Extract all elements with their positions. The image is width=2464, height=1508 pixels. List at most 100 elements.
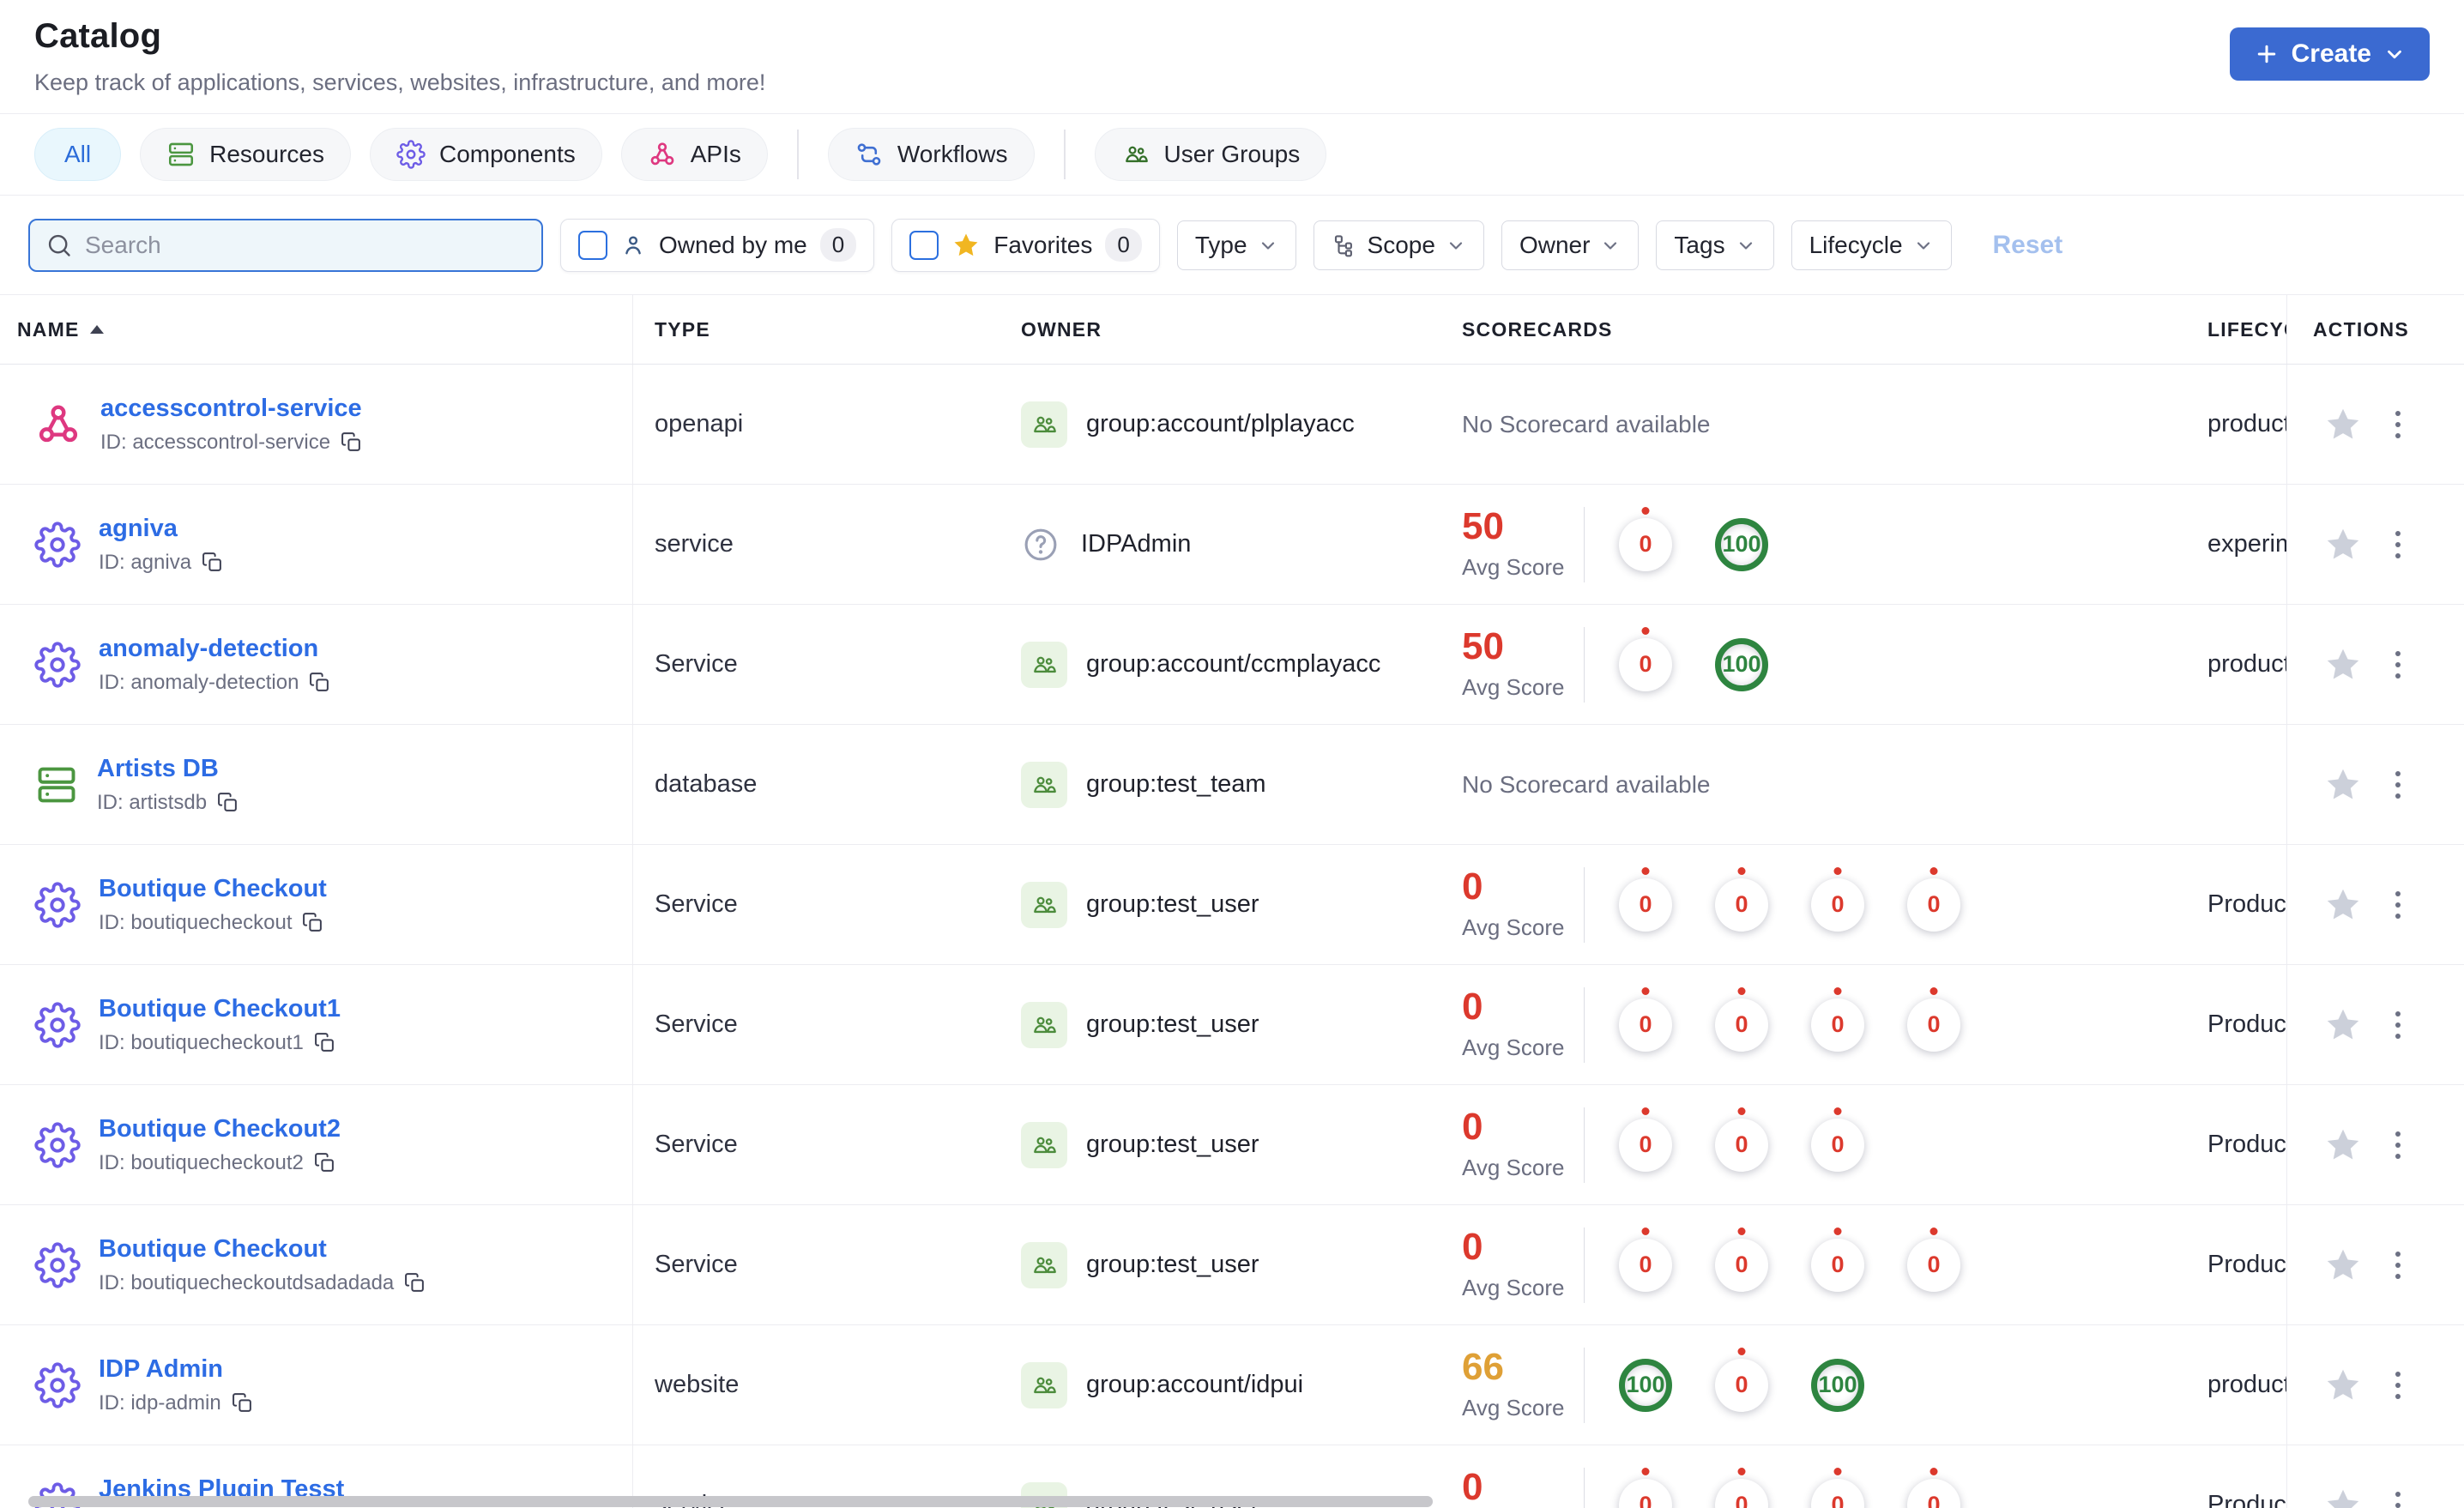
owner-group-chip (1021, 1001, 1067, 1048)
lifecycle-dropdown[interactable]: Lifecycle (1791, 220, 1952, 270)
tab-components[interactable]: Components (369, 128, 602, 181)
copy-icon[interactable] (404, 1272, 426, 1294)
copy-icon[interactable] (202, 552, 223, 573)
scorecard-circle: 0 (1907, 878, 1960, 932)
scorecard-circle: 0 (1811, 998, 1864, 1052)
lifecycle-cell: Production (2196, 1085, 2287, 1204)
owned-by-me-count: 0 (819, 228, 857, 262)
row-menu-kebab-icon[interactable] (2390, 406, 2406, 443)
lifecycle-value: Production (2207, 1251, 2286, 1278)
tab-all[interactable]: All (34, 128, 122, 181)
favorite-star-button[interactable] (2323, 1246, 2363, 1285)
copy-icon[interactable] (302, 912, 323, 933)
type-cell: Service (655, 650, 738, 678)
api-icon (648, 140, 677, 169)
chevron-down-icon (1913, 235, 1934, 256)
entity-name-link[interactable]: Boutique Checkout2 (99, 1115, 341, 1143)
owner-label: group:test_user (1086, 1010, 1259, 1038)
entity-id: ID: boutiquecheckout1 (99, 1031, 341, 1055)
group-icon (1030, 890, 1059, 920)
row-menu-kebab-icon[interactable] (2390, 886, 2406, 924)
copy-icon[interactable] (341, 431, 362, 453)
tags-dropdown[interactable]: Tags (1656, 220, 1774, 270)
entity-name-link[interactable]: Boutique Checkout (99, 1235, 426, 1264)
search-input[interactable] (85, 231, 526, 259)
database-icon (34, 763, 79, 807)
copy-icon[interactable] (309, 672, 330, 693)
row-menu-kebab-icon[interactable] (2390, 1246, 2406, 1284)
entity-name-link[interactable]: IDP Admin (99, 1355, 253, 1384)
favorite-star-button[interactable] (2323, 645, 2363, 685)
favorite-star-button[interactable] (2323, 1125, 2363, 1165)
favorite-star-button[interactable] (2323, 405, 2363, 444)
column-header-name[interactable]: NAME (0, 295, 633, 364)
row-menu-kebab-icon[interactable] (2390, 646, 2406, 684)
entity-name-link[interactable]: anomaly-detection (99, 635, 330, 663)
owner-cell: group:account/plplayacc (992, 365, 1414, 484)
entity-id: ID: agniva (99, 551, 223, 575)
tab-apis[interactable]: APIs (620, 128, 768, 181)
owned-by-me-checkbox[interactable] (578, 230, 607, 260)
row-menu-kebab-icon[interactable] (2390, 1487, 2406, 1508)
row-menu-kebab-icon[interactable] (2390, 1006, 2406, 1044)
gear-icon (34, 1361, 81, 1408)
scorecard-divider (1584, 1107, 1585, 1183)
name-stack: Boutique Checkout ID: boutiquecheckoutds… (99, 1235, 426, 1295)
owner-label: group:account/ccmplayacc (1086, 650, 1381, 678)
entity-id: ID: accesscontrol-service (100, 431, 362, 455)
entity-name-link[interactable]: accesscontrol-service (100, 395, 362, 423)
actions-cell (2287, 725, 2464, 844)
no-scorecard-text: No Scorecard available (1462, 770, 1711, 798)
group-icon (1030, 770, 1059, 799)
scope-dropdown[interactable]: Scope (1313, 220, 1484, 270)
scorecard-circle: 0 (1619, 878, 1672, 932)
owner-dropdown[interactable]: Owner (1501, 220, 1640, 270)
entity-name-link[interactable]: agniva (99, 515, 223, 543)
name-cell: Boutique Checkout ID: boutiquecheckout (0, 845, 633, 964)
avg-score-block: 0 Avg Score (1462, 868, 1584, 941)
owner-cell: group:test_user (992, 965, 1414, 1084)
avg-score-block: 66 Avg Score (1462, 1348, 1584, 1421)
scorecard-circle: 0 (1811, 1118, 1864, 1172)
row-menu-kebab-icon[interactable] (2390, 1366, 2406, 1404)
entity-id: ID: idp-admin (99, 1391, 253, 1415)
copy-icon[interactable] (314, 1152, 335, 1173)
entity-name-link[interactable]: Boutique Checkout1 (99, 995, 341, 1023)
favorite-star-button[interactable] (2323, 885, 2363, 925)
favorites-checkbox[interactable] (909, 230, 939, 260)
owner-cell: group:account/ccmplayacc (992, 605, 1414, 724)
owned-by-me-filter[interactable]: Owned by me 0 (560, 218, 875, 272)
type-dropdown[interactable]: Type (1176, 220, 1296, 270)
page-header: Catalog Keep track of applications, serv… (0, 0, 2464, 114)
reset-filters-link[interactable]: Reset (1993, 231, 2063, 260)
copy-icon[interactable] (217, 792, 239, 813)
horizontal-scrollbar[interactable] (28, 1496, 1433, 1507)
copy-icon[interactable] (314, 1032, 335, 1053)
row-menu-kebab-icon[interactable] (2390, 766, 2406, 804)
favorite-star-button[interactable] (2323, 765, 2363, 805)
scorecard-circle: 0 (1619, 1238, 1672, 1292)
group-icon (1030, 1131, 1059, 1160)
row-menu-kebab-icon[interactable] (2390, 1126, 2406, 1164)
copy-icon[interactable] (232, 1392, 253, 1414)
favorite-star-button[interactable] (2323, 1366, 2363, 1405)
tab-resources-label: Resources (209, 141, 324, 167)
chevron-down-icon (1258, 235, 1278, 256)
favorite-star-button[interactable] (2323, 525, 2363, 564)
avg-score-block: 50 Avg Score (1462, 508, 1584, 581)
tab-resources[interactable]: Resources (140, 128, 351, 181)
lifecycle-value: Production (2207, 1010, 2286, 1038)
tab-components-label: Components (438, 141, 576, 167)
favorites-filter[interactable]: Favorites 0 (891, 218, 1160, 272)
lifecycle-cell: experimental (2196, 485, 2287, 604)
avg-score-label: Avg Score (1462, 1395, 1565, 1421)
favorite-star-button[interactable] (2323, 1005, 2363, 1045)
favorite-star-button[interactable] (2323, 1486, 2363, 1508)
tab-workflows[interactable]: Workflows (827, 128, 1035, 181)
entity-name-link[interactable]: Artists DB (97, 755, 239, 783)
create-button[interactable]: Create (2229, 27, 2430, 81)
tab-user-groups[interactable]: User Groups (1094, 128, 1327, 181)
row-menu-kebab-icon[interactable] (2390, 526, 2406, 564)
scorecard-circle: 0 (1715, 1118, 1768, 1172)
entity-name-link[interactable]: Boutique Checkout (99, 875, 327, 903)
